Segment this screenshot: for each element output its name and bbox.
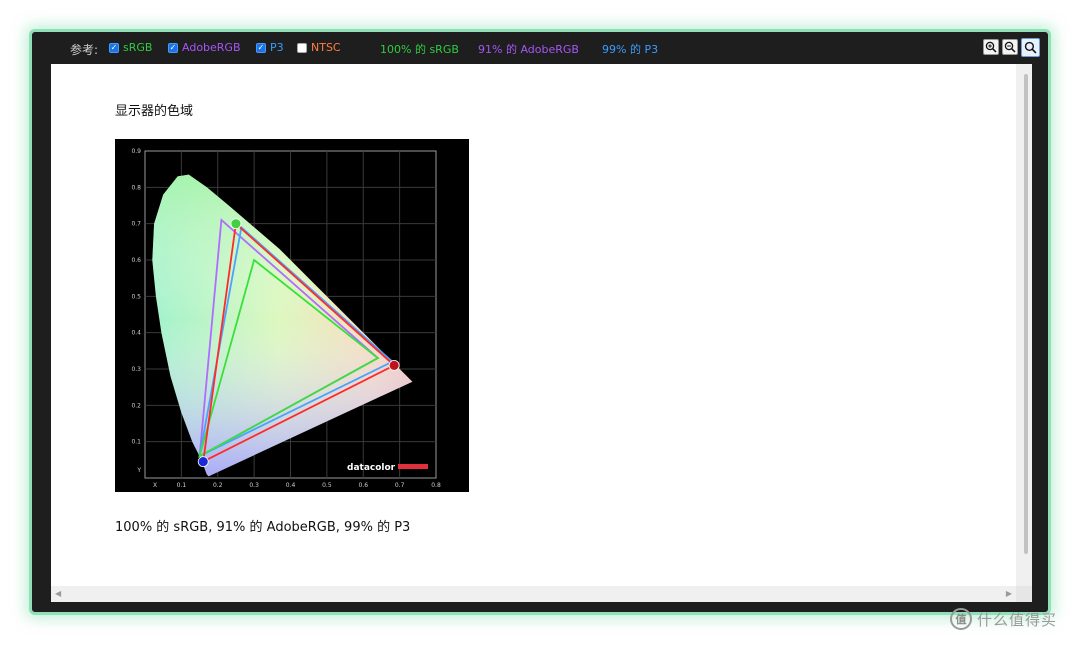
ntsc-option-label: NTSC [311,41,341,54]
content-viewport: 显示器的色域 0.1 0.2 0.3 0.4 0.5 0.6 0.7 0.8 0… [51,64,1032,602]
primary-marker-blue [197,456,209,468]
x-tick-label: 0.4 [286,482,296,489]
option-adobergb[interactable]: ✓ AdobeRGB [168,41,241,54]
watermark-text: 什么值得买 [977,610,1058,629]
zoom-controls [983,38,1040,57]
y-tick-label: 0.4 [131,330,141,337]
scroll-right-icon[interactable]: ▶ [1006,589,1012,598]
option-p3[interactable]: ✓ P3 [256,41,284,54]
p3-option-label: P3 [270,41,284,54]
y-tick-label: 0.3 [131,366,141,373]
srgb-option-label: sRGB [123,41,153,54]
x-tick-label: 0.5 [322,482,332,489]
option-srgb[interactable]: ✓ sRGB [109,41,152,54]
datacolor-logo-text: datacolor [347,463,396,473]
site-watermark: 值 什么值得买 [950,608,1057,630]
option-ntsc[interactable]: NTSC [297,41,341,54]
y-tick-label: 0.8 [131,184,141,191]
zoom-out-button[interactable] [1002,39,1018,55]
zoom-out-icon [1004,41,1016,53]
srgb-coverage-stat: 100% 的 sRGB [380,43,459,56]
page-heading: 显示器的色域 [115,104,194,119]
y-tick-label: 0.6 [131,257,141,264]
srgb-checkbox[interactable]: ✓ [109,42,119,53]
zoom-in-button[interactable] [983,39,999,55]
x-tick-label: 0.6 [358,482,368,489]
adobergb-coverage-stat: 91% 的 AdobeRGB [478,43,579,56]
x-axis-letter: X [153,482,157,489]
zoom-in-icon [985,41,997,53]
reference-label: 参考: [70,43,99,57]
y-tick-label: 0.1 [131,439,141,446]
zoom-reset-button[interactable] [1021,38,1040,57]
primary-marker-red [388,359,400,371]
scrollbar-corner [1016,586,1032,602]
primary-marker-green [230,218,242,230]
zoom-reset-icon [1024,41,1037,54]
cie-gamut-diagram: 0.1 0.2 0.3 0.4 0.5 0.6 0.7 0.8 0.1 0.2 0.3 0.4 0.5 0… [115,139,469,492]
x-tick-label: 0.1 [177,482,187,489]
ntsc-checkbox[interactable] [297,42,307,53]
x-tick-label: 0.7 [395,482,405,489]
y-tick-label: 0.7 [131,221,141,228]
x-tick-label: 0.3 [249,482,259,489]
vertical-scrollbar[interactable] [1016,64,1032,586]
figure-caption: 100% 的 sRGB, 91% 的 AdobeRGB, 99% 的 P3 [115,520,411,535]
p3-coverage-stat: 99% 的 P3 [602,43,659,56]
vertical-scrollbar-thumb[interactable] [1024,74,1028,554]
watermark-logo-icon: 值 [950,608,972,630]
toolbar: 参考: ✓ sRGB ✓ AdobeRGB ✓ P3 NTSC 100% 的 s… [32,32,1048,65]
datacolor-logo-bar [398,464,428,469]
horizontal-scrollbar[interactable]: ◀ ▶ [51,586,1016,602]
y-axis-letter: Y [136,467,141,474]
x-tick-label: 0.8 [431,482,441,489]
y-tick-label: 0.5 [131,293,141,300]
content-area: 显示器的色域 0.1 0.2 0.3 0.4 0.5 0.6 0.7 0.8 0… [51,64,1016,586]
adobergb-checkbox[interactable]: ✓ [168,42,178,53]
x-tick-label: 0.2 [213,482,223,489]
y-tick-label: 0.9 [131,148,141,155]
y-tick-label: 0.2 [131,402,141,409]
adobergb-option-label: AdobeRGB [182,41,241,54]
scroll-left-icon[interactable]: ◀ [55,589,61,598]
cie-gamut-svg: 0.1 0.2 0.3 0.4 0.5 0.6 0.7 0.8 0.1 0.2 0.3 0.4 0.5 0… [131,148,441,489]
gamut-viewer-window: 参考: ✓ sRGB ✓ AdobeRGB ✓ P3 NTSC 100% 的 s… [29,29,1051,615]
p3-checkbox[interactable]: ✓ [256,42,266,53]
